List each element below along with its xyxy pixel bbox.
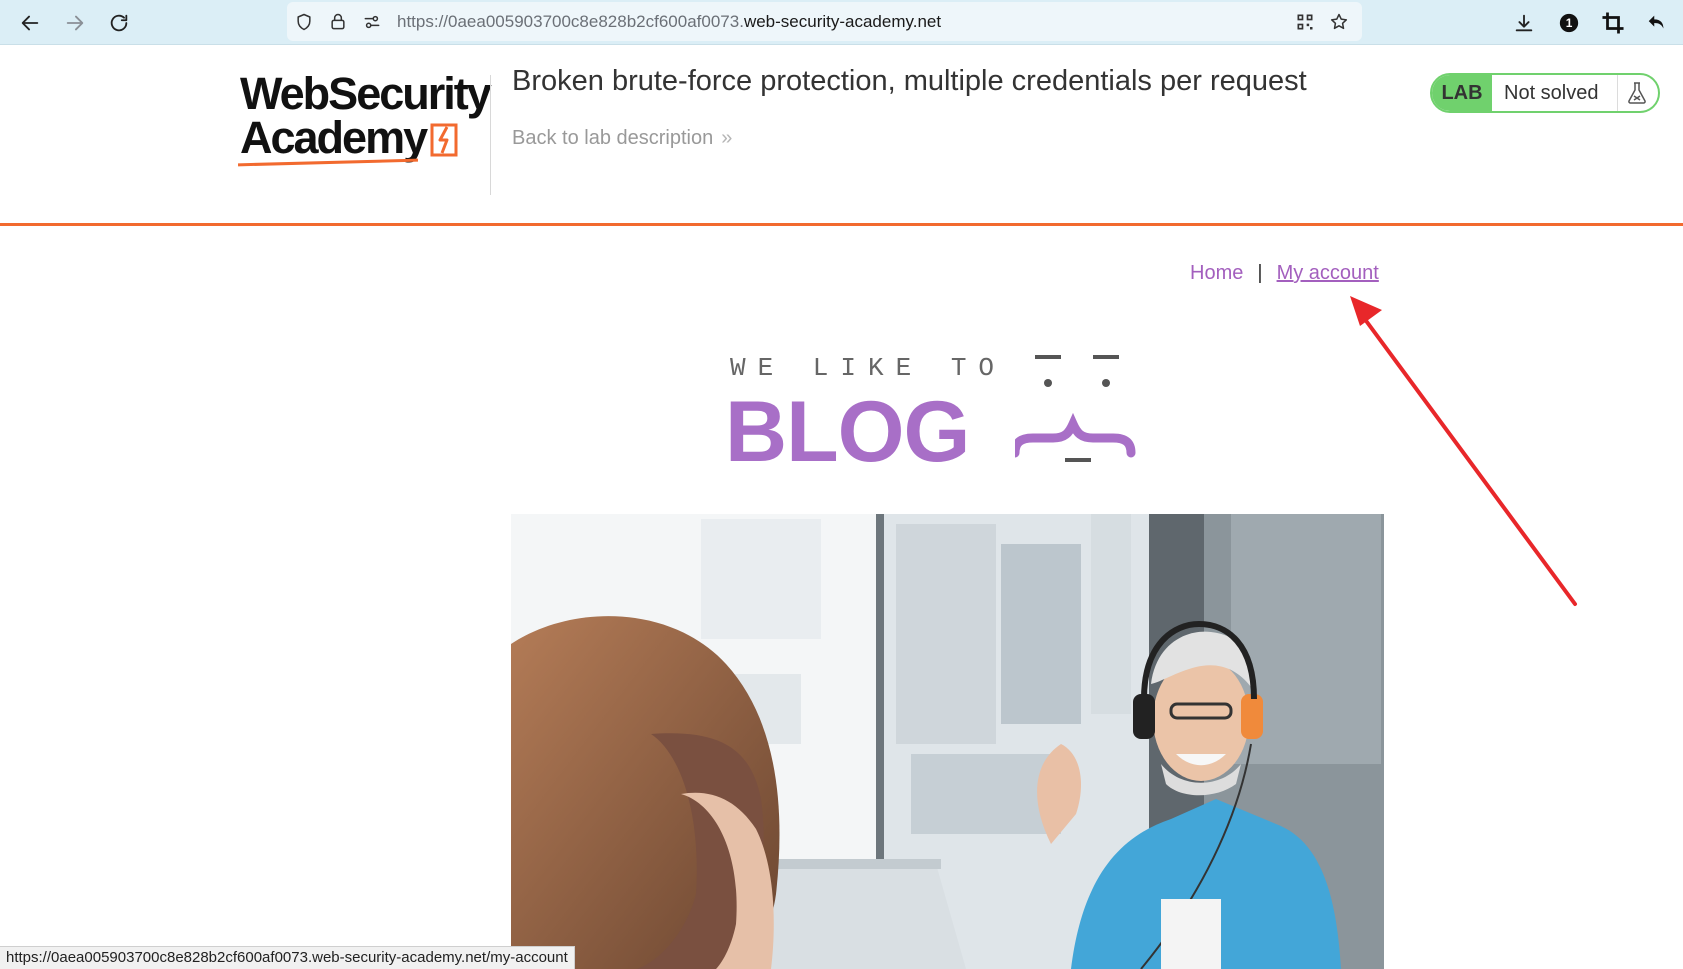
header-divider — [490, 75, 491, 195]
browser-window: https://0aea005903700c8e828b2cf600af0073… — [0, 0, 1683, 969]
lab-title: Broken brute-force protection, multiple … — [512, 65, 1307, 97]
lab-header: WebSecurity Academy Broken brute-force p… — [0, 45, 1683, 226]
back-to-lab-description-link[interactable]: Back to lab description » — [512, 127, 732, 150]
download-icon[interactable] — [1510, 9, 1538, 37]
reload-icon[interactable] — [105, 9, 133, 37]
blog-banner: WE LIKE TO BLOG — [725, 348, 1175, 480]
lab-status-badge: LAB — [1432, 75, 1492, 111]
post-photo — [511, 514, 1384, 969]
logo-lightning-icon — [430, 123, 458, 157]
forward-arrow-icon[interactable] — [61, 9, 89, 37]
url-prefix: https://0aea005903700c8e828b2cf600af0073… — [397, 12, 744, 31]
flask-icon — [1628, 82, 1646, 104]
qr-code-icon[interactable] — [1294, 11, 1316, 33]
nav-home-link[interactable]: Home — [1190, 262, 1243, 284]
bookmark-star-icon[interactable] — [1328, 11, 1350, 33]
undo-icon[interactable] — [1643, 9, 1671, 37]
extension-badge-icon[interactable]: 1 — [1555, 9, 1583, 37]
shield-icon[interactable] — [293, 11, 315, 33]
permissions-icon[interactable] — [361, 11, 383, 33]
lab-status-widget: LAB Not solved — [1430, 73, 1660, 113]
banner-title: BLOG — [725, 384, 970, 480]
url-text[interactable]: https://0aea005903700c8e828b2cf600af0073… — [397, 12, 941, 32]
crop-icon[interactable] — [1599, 9, 1627, 37]
url-domain: web-security-academy.net — [743, 12, 942, 31]
back-link-label: Back to lab description — [512, 127, 714, 149]
double-chevron-right-icon: » — [721, 127, 733, 149]
nav-my-account-link[interactable]: My account — [1277, 262, 1379, 284]
address-bar[interactable]: https://0aea005903700c8e828b2cf600af0073… — [287, 2, 1362, 41]
blog-post-image[interactable] — [511, 514, 1384, 969]
lock-icon[interactable] — [327, 11, 349, 33]
banner-tagline: WE LIKE TO — [730, 353, 1007, 383]
lab-status-text: Not solved — [1504, 82, 1599, 104]
web-security-academy-logo[interactable]: WebSecurity Academy — [237, 69, 492, 179]
link-status-bar: https://0aea005903700c8e828b2cf600af0073… — [0, 946, 575, 969]
blog-nav: Home | My account — [1190, 262, 1379, 292]
browser-toolbar: https://0aea005903700c8e828b2cf600af0073… — [0, 0, 1683, 45]
logo-line2: Academy — [240, 112, 428, 163]
smiley-face-icon — [1015, 355, 1136, 462]
status-divider — [1617, 75, 1618, 111]
nav-separator: | — [1257, 262, 1263, 284]
back-arrow-icon[interactable] — [16, 9, 44, 37]
extension-badge-count: 1 — [1566, 16, 1573, 30]
